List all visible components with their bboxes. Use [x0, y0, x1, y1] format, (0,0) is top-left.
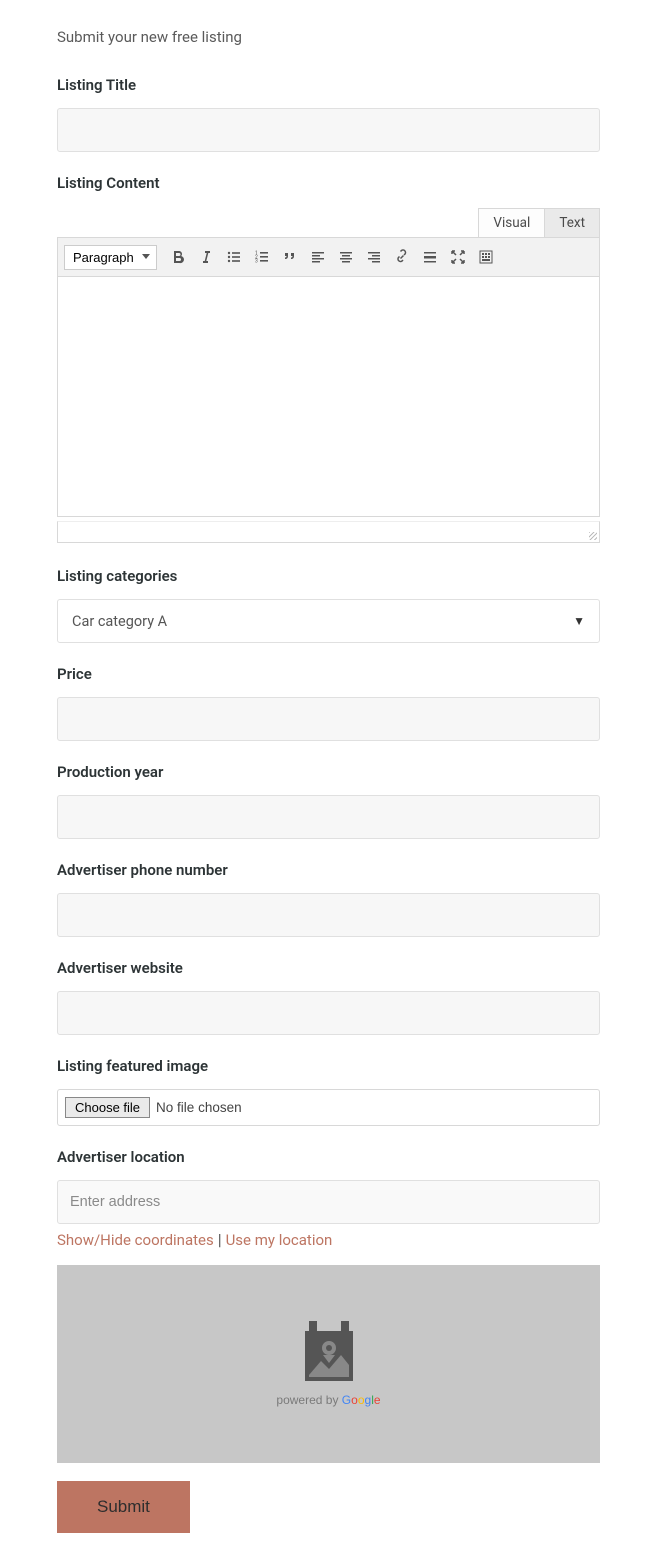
category-select[interactable]: Car category A ▼ — [57, 599, 600, 643]
label-categories: Listing categories — [57, 567, 600, 585]
listing-form: Submit your new free listing Listing Tit… — [0, 28, 657, 1533]
bullet-list-icon[interactable] — [221, 244, 247, 270]
content-editor[interactable] — [57, 277, 600, 517]
label-year: Production year — [57, 763, 600, 781]
use-my-location-link[interactable]: Use my location — [226, 1231, 333, 1249]
tab-text[interactable]: Text — [545, 208, 600, 237]
italic-icon[interactable] — [193, 244, 219, 270]
phone-input[interactable] — [57, 893, 600, 937]
toggle-coordinates-link[interactable]: Show/Hide coordinates — [57, 1231, 214, 1249]
toolbar-toggle-icon[interactable] — [473, 244, 499, 270]
website-input[interactable] — [57, 991, 600, 1035]
map-powered-by: powered by Google — [276, 1393, 380, 1407]
bold-icon[interactable] — [165, 244, 191, 270]
editor-toolbar: Paragraph 123 — [57, 237, 600, 277]
form-subtitle: Submit your new free listing — [57, 28, 600, 46]
insert-more-icon[interactable] — [417, 244, 443, 270]
editor-tabs: Visual Text — [57, 208, 600, 237]
rich-text-editor: Visual Text Paragraph 123 — [57, 208, 600, 543]
chevron-down-icon: ▼ — [573, 614, 585, 628]
numbered-list-icon[interactable]: 123 — [249, 244, 275, 270]
label-listing-content: Listing Content — [57, 174, 600, 192]
map-placeholder: powered by Google — [57, 1265, 600, 1463]
label-website: Advertiser website — [57, 959, 600, 977]
listing-title-input[interactable] — [57, 108, 600, 152]
label-phone: Advertiser phone number — [57, 861, 600, 879]
choose-file-button[interactable]: Choose file — [65, 1097, 150, 1118]
blockquote-icon[interactable] — [277, 244, 303, 270]
map-error-icon — [299, 1321, 359, 1383]
address-input[interactable] — [57, 1180, 600, 1224]
svg-text:3: 3 — [255, 259, 258, 265]
production-year-input[interactable] — [57, 795, 600, 839]
editor-footer — [57, 521, 600, 543]
link-icon[interactable] — [389, 244, 415, 270]
submit-button[interactable]: Submit — [57, 1481, 190, 1533]
price-input[interactable] — [57, 697, 600, 741]
google-logo: Google — [342, 1393, 381, 1407]
align-left-icon[interactable] — [305, 244, 331, 270]
tab-visual[interactable]: Visual — [478, 208, 545, 237]
label-location: Advertiser location — [57, 1148, 600, 1166]
location-links: Show/Hide coordinates | Use my location — [57, 1230, 600, 1249]
align-center-icon[interactable] — [333, 244, 359, 270]
format-select[interactable]: Paragraph — [64, 245, 157, 270]
fullscreen-icon[interactable] — [445, 244, 471, 270]
file-status-text: No file chosen — [156, 1100, 242, 1115]
category-selected-value: Car category A — [72, 613, 167, 630]
file-input[interactable]: Choose file No file chosen — [57, 1089, 600, 1126]
align-right-icon[interactable] — [361, 244, 387, 270]
label-listing-title: Listing Title — [57, 76, 600, 94]
label-featured-image: Listing featured image — [57, 1057, 600, 1075]
label-price: Price — [57, 665, 600, 683]
link-separator: | — [218, 1230, 226, 1249]
